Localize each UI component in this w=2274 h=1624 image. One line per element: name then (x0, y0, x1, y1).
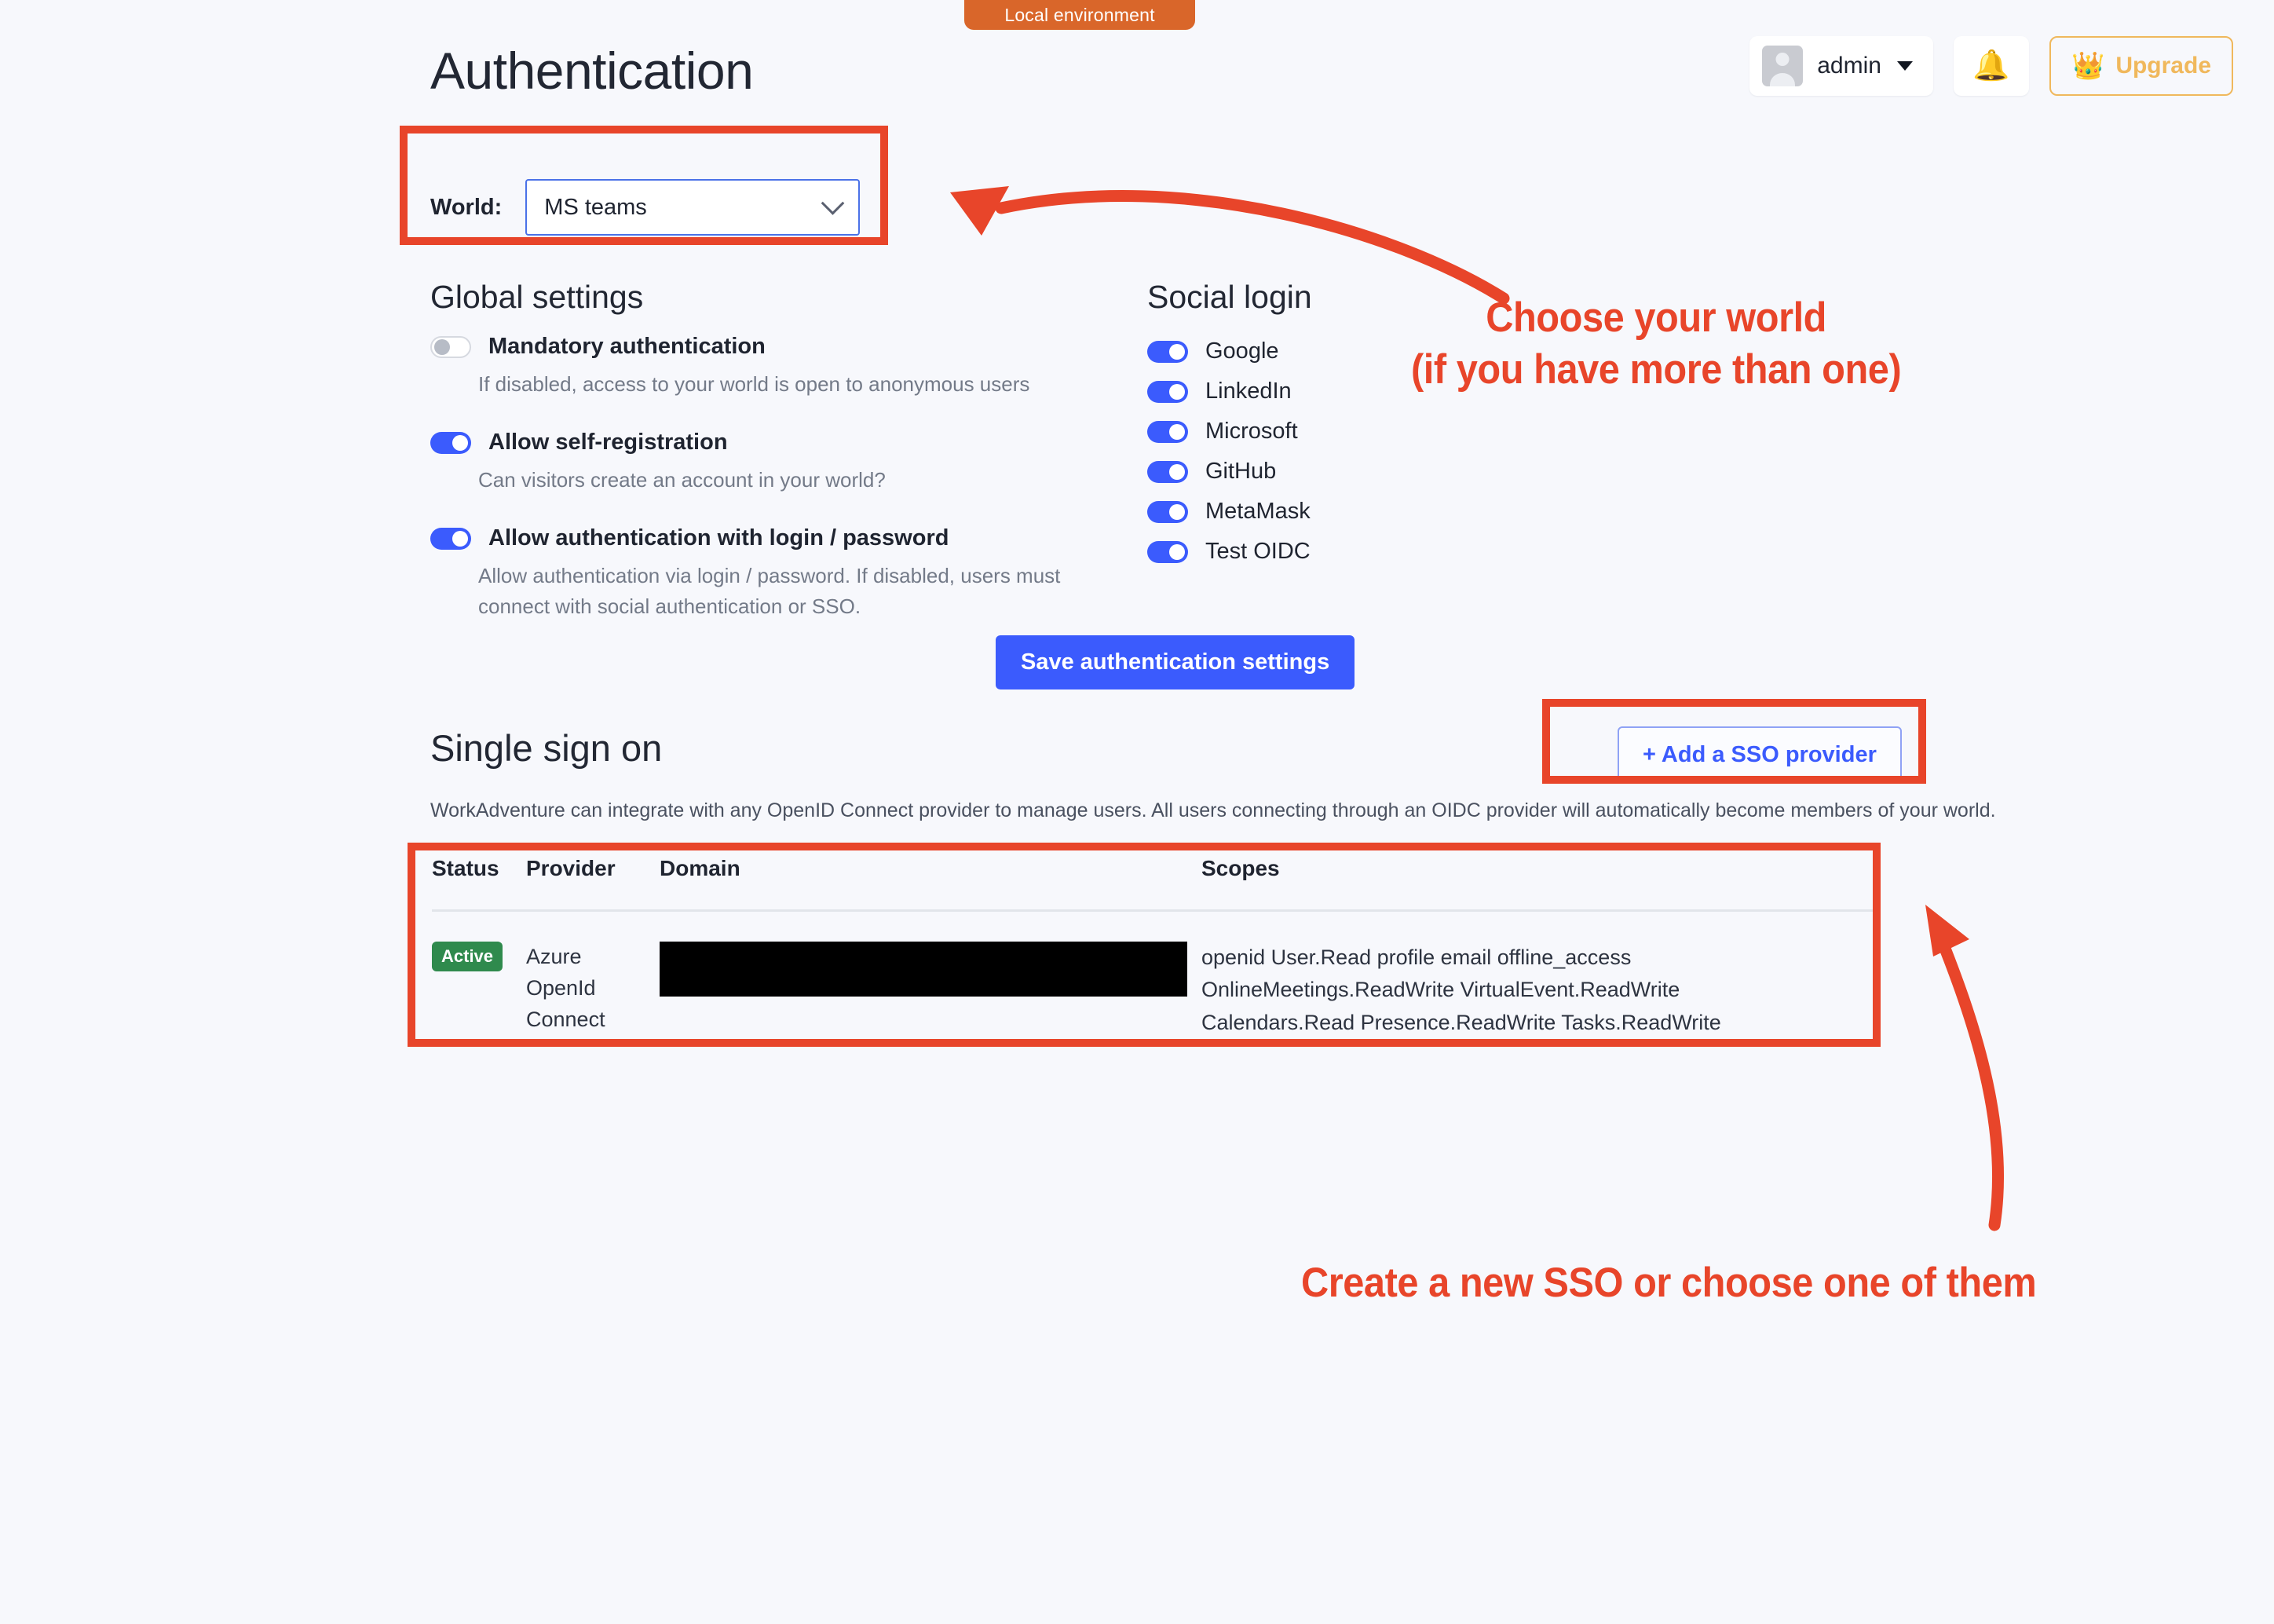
page-title: Authentication (430, 42, 754, 100)
crown-icon: 👑 (2071, 51, 2105, 81)
toggle-linkedin[interactable] (1147, 380, 1188, 403)
avatar (1762, 46, 1804, 86)
social-item-test-oidc: Test OIDC (1147, 532, 1311, 572)
toggle-allow-self-registration[interactable] (430, 431, 471, 454)
social-label: Microsoft (1205, 419, 1298, 444)
world-selector-row: World: MS teams (430, 179, 861, 236)
social-login-heading: Social login (1147, 279, 1312, 315)
toggle-mandatory-authentication[interactable] (430, 335, 471, 358)
sso-providers-table: Status Provider Domain Scopes Active Azu… (432, 856, 1874, 1039)
notifications-button[interactable]: 🔔 (1953, 36, 2029, 96)
user-menu[interactable]: admin (1749, 36, 1933, 96)
add-sso-provider-button[interactable]: + Add a SSO provider (1618, 726, 1902, 784)
social-item-linkedin: LinkedIn (1147, 371, 1311, 411)
setting-description: Allow authentication via login / passwor… (478, 564, 1061, 618)
setting-title: Mandatory authentication (488, 334, 766, 359)
bell-icon: 🔔 (1972, 49, 2010, 82)
social-item-microsoft: Microsoft (1147, 411, 1311, 452)
global-settings-heading: Global settings (430, 279, 644, 315)
toggle-test-oidc[interactable] (1147, 540, 1188, 563)
user-name: admin (1817, 53, 1881, 79)
single-sign-on-heading: Single sign on (430, 727, 663, 769)
provider-name: Azure OpenId Connect (526, 945, 605, 1031)
setting-mandatory-authentication: Mandatory authentication If disabled, ac… (430, 334, 1121, 400)
toggle-github[interactable] (1147, 460, 1188, 483)
header-actions: admin 🔔 👑 Upgrade (1749, 36, 2233, 96)
world-label: World: (430, 194, 503, 220)
social-item-metamask: MetaMask (1147, 492, 1311, 532)
social-label: Test OIDC (1205, 539, 1311, 564)
chevron-down-icon (1896, 61, 1913, 71)
single-sign-on-description: WorkAdventure can integrate with any Ope… (430, 799, 1996, 821)
world-select[interactable]: MS teams (525, 179, 861, 236)
status-cell: Active (432, 942, 526, 1039)
status-badge: Active (432, 942, 503, 971)
upgrade-label: Upgrade (2115, 53, 2211, 79)
social-label: GitHub (1205, 459, 1277, 484)
domain-cell (660, 942, 1201, 1039)
social-label: Google (1205, 338, 1279, 364)
setting-allow-login-password: Allow authentication with login / passwo… (430, 525, 1121, 622)
social-label: MetaMask (1205, 499, 1311, 524)
toggle-google[interactable] (1147, 340, 1188, 363)
setting-title: Allow authentication with login / passwo… (488, 525, 949, 550)
upgrade-button[interactable]: 👑 Upgrade (2049, 36, 2233, 96)
toggle-metamask[interactable] (1147, 500, 1188, 523)
global-settings-list: Mandatory authentication If disabled, ac… (430, 334, 1121, 642)
column-header-domain: Domain (660, 856, 740, 880)
chevron-down-icon (821, 191, 845, 215)
social-item-github: GitHub (1147, 452, 1311, 492)
environment-banner: Local environment (964, 0, 1195, 30)
social-item-google: Google (1147, 331, 1311, 371)
table-header-row: Status Provider Domain Scopes (432, 856, 1874, 912)
provider-cell: Azure OpenId Connect (526, 942, 660, 1039)
table-row[interactable]: Active Azure OpenId Connect openid User.… (432, 912, 1874, 1039)
page-root: Local environment Authentication admin 🔔… (0, 0, 2274, 1624)
column-header-provider: Provider (526, 856, 616, 880)
scopes-cell: openid User.Read profile email offline_a… (1201, 942, 1874, 1039)
setting-description: If disabled, access to your world is ope… (478, 372, 1030, 396)
column-header-scopes: Scopes (1201, 856, 1280, 880)
redacted-domain (660, 942, 1187, 997)
save-authentication-settings-button[interactable]: Save authentication settings (996, 635, 1355, 689)
toggle-microsoft[interactable] (1147, 420, 1188, 443)
setting-title: Allow self-registration (488, 430, 728, 455)
column-header-status: Status (432, 856, 499, 880)
world-select-value: MS teams (544, 194, 647, 220)
annotation-arrow-to-sso-table (1925, 905, 2005, 1231)
toggle-allow-login-password[interactable] (430, 527, 471, 550)
annotation-text-create-sso: Create a new SSO or choose one of them (1301, 1260, 2037, 1306)
setting-description: Can visitors create an account in your w… (478, 468, 886, 492)
social-login-list: Google LinkedIn Microsoft GitHub MetaMas… (1147, 331, 1311, 572)
social-label: LinkedIn (1205, 379, 1292, 404)
scopes-value: openid User.Read profile email offline_a… (1201, 946, 1721, 1034)
annotation-text-choose-world: Choose your world (if you have more than… (1411, 294, 1902, 393)
setting-allow-self-registration: Allow self-registration Can visitors cre… (430, 430, 1121, 496)
